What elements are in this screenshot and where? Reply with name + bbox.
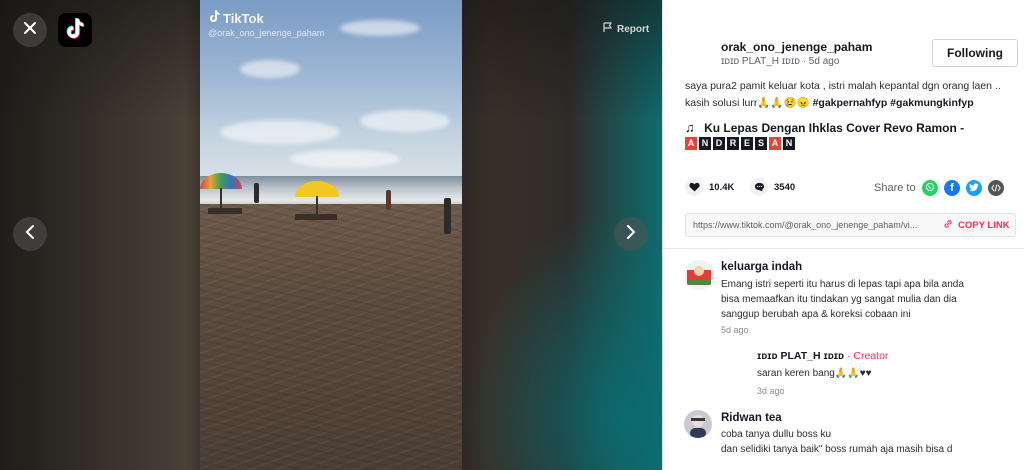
- close-button[interactable]: [13, 13, 47, 47]
- next-video-button[interactable]: [614, 217, 648, 251]
- video-stage: TikTok @orak_ono_jenenge_paham Report: [0, 0, 662, 470]
- comment-bubble-icon: [750, 178, 768, 196]
- creator-badge: · Creator: [844, 350, 889, 362]
- copy-link-label: COPY LINK: [958, 220, 1010, 231]
- comment-author[interactable]: Ridwan tea: [721, 412, 782, 424]
- share-url[interactable]: https://www.tiktok.com/@orak_ono_jenenge…: [693, 220, 938, 230]
- author-username[interactable]: orak_ono_jenenge_paham: [721, 40, 872, 54]
- artist-letter: E: [741, 137, 753, 150]
- author-meta: ɪᴅɪᴅ PLAT_H ɪᴅɪᴅ · 5d ago: [721, 56, 839, 67]
- video-player[interactable]: [200, 0, 462, 470]
- share-link-box: https://www.tiktok.com/@orak_ono_jenenge…: [685, 213, 1016, 237]
- close-icon: [23, 21, 37, 40]
- watermark-brand: TikTok: [223, 10, 264, 26]
- embed-code-icon: [991, 179, 1001, 197]
- comment-text-line: coba tanya dullu boss ku: [721, 429, 832, 440]
- comment-stat[interactable]: 3540: [750, 178, 795, 196]
- heart-icon: [685, 178, 703, 196]
- video-caption: saya pura2 pamit keluar kota , istri mal…: [685, 78, 1015, 112]
- comment-text-line: dan selidiki tanya baik" boss rumah aja …: [721, 444, 953, 455]
- chevron-right-icon: [626, 224, 636, 244]
- previous-video-button[interactable]: [13, 217, 47, 251]
- reply-author[interactable]: ɪᴅɪᴅ PLAT_H ɪᴅɪᴅ · Creator: [757, 350, 888, 362]
- whatsapp-share-button[interactable]: [922, 180, 938, 196]
- share-to-label: Share to: [874, 182, 916, 194]
- report-label: Report: [617, 23, 650, 35]
- tiktok-logo[interactable]: [58, 13, 92, 47]
- comment-count: 3540: [774, 181, 796, 193]
- whatsapp-icon: [925, 179, 935, 197]
- watermark-username: @orak_ono_jenenge_paham: [208, 28, 325, 38]
- copy-link-button[interactable]: COPY LINK: [943, 219, 1010, 232]
- tiktok-note-icon: [208, 10, 220, 26]
- artist-letter: A: [769, 137, 781, 150]
- video-sand: [200, 204, 462, 470]
- report-button[interactable]: Report: [603, 22, 649, 36]
- comment-author[interactable]: keluarga indah: [721, 261, 802, 273]
- comment-text: Emang istri seperti itu harus di lepas t…: [721, 277, 964, 322]
- artist-letter: D: [713, 137, 725, 150]
- author-display-name[interactable]: ɪᴅɪᴅ PLAT_H ɪᴅɪᴅ: [721, 56, 800, 67]
- post-age: 5d ago: [808, 56, 840, 67]
- reply-time: 3d ago: [757, 386, 785, 396]
- comment-text-line: bisa memaafkan itu tindakan yg sangat mu…: [721, 294, 957, 305]
- avatar[interactable]: [684, 410, 712, 438]
- music-title: Ku Lepas Dengan Ihklas Cover Revo Ramon …: [704, 121, 965, 135]
- embed-share-button[interactable]: [988, 180, 1004, 196]
- link-icon: [943, 219, 953, 232]
- music-artist: A N D R E S A N: [685, 137, 1015, 150]
- twitter-icon: [969, 179, 979, 197]
- music-info[interactable]: ♫ Ku Lepas Dengan Ihklas Cover Revo Ramo…: [685, 120, 1015, 150]
- section-divider: [663, 248, 1024, 249]
- caption-hashtags[interactable]: #gakpernahfyp #gakmungkinfyp: [813, 97, 974, 109]
- reply-text: saran keren bang🙏🙏♥♥: [757, 368, 872, 379]
- artist-letter: N: [699, 137, 711, 150]
- comment-text: coba tanya dullu boss ku dan selidiki ta…: [721, 427, 952, 457]
- flag-icon: [603, 22, 613, 36]
- twitter-share-button[interactable]: [966, 180, 982, 196]
- music-note-icon: ♫: [685, 120, 695, 135]
- chevron-left-icon: [25, 224, 35, 244]
- artist-letter: N: [783, 137, 795, 150]
- following-button[interactable]: Following: [932, 39, 1018, 67]
- video-info-panel: orak_ono_jenenge_paham ɪᴅɪᴅ PLAT_H ɪᴅɪᴅ …: [662, 0, 1024, 470]
- avatar[interactable]: [684, 260, 714, 290]
- comment-time: 5d ago: [721, 325, 749, 335]
- reply-author-name: ɪᴅɪᴅ PLAT_H ɪᴅɪᴅ: [757, 350, 845, 362]
- like-stat[interactable]: 10.4K: [685, 178, 734, 196]
- comment-text-line: sanggup berubah apa & koreksi cobaan ini: [721, 309, 911, 320]
- artist-letter: R: [727, 137, 739, 150]
- artist-letter: S: [755, 137, 767, 150]
- stats-row: 10.4K 3540 Share to f: [685, 178, 1015, 198]
- facebook-share-button[interactable]: f: [944, 180, 960, 196]
- tiktok-video-page: TikTok @orak_ono_jenenge_paham Report or…: [0, 0, 1024, 470]
- artist-letter: A: [685, 137, 697, 150]
- like-count: 10.4K: [709, 181, 735, 193]
- tiktok-logo-icon: [65, 17, 85, 44]
- author-row: orak_ono_jenenge_paham ɪᴅɪᴅ PLAT_H ɪᴅɪᴅ …: [663, 38, 1024, 72]
- facebook-icon: f: [950, 182, 954, 194]
- tiktok-watermark: TikTok @orak_ono_jenenge_paham: [208, 10, 324, 38]
- comment-text-line: Emang istri seperti itu harus di lepas t…: [721, 279, 964, 290]
